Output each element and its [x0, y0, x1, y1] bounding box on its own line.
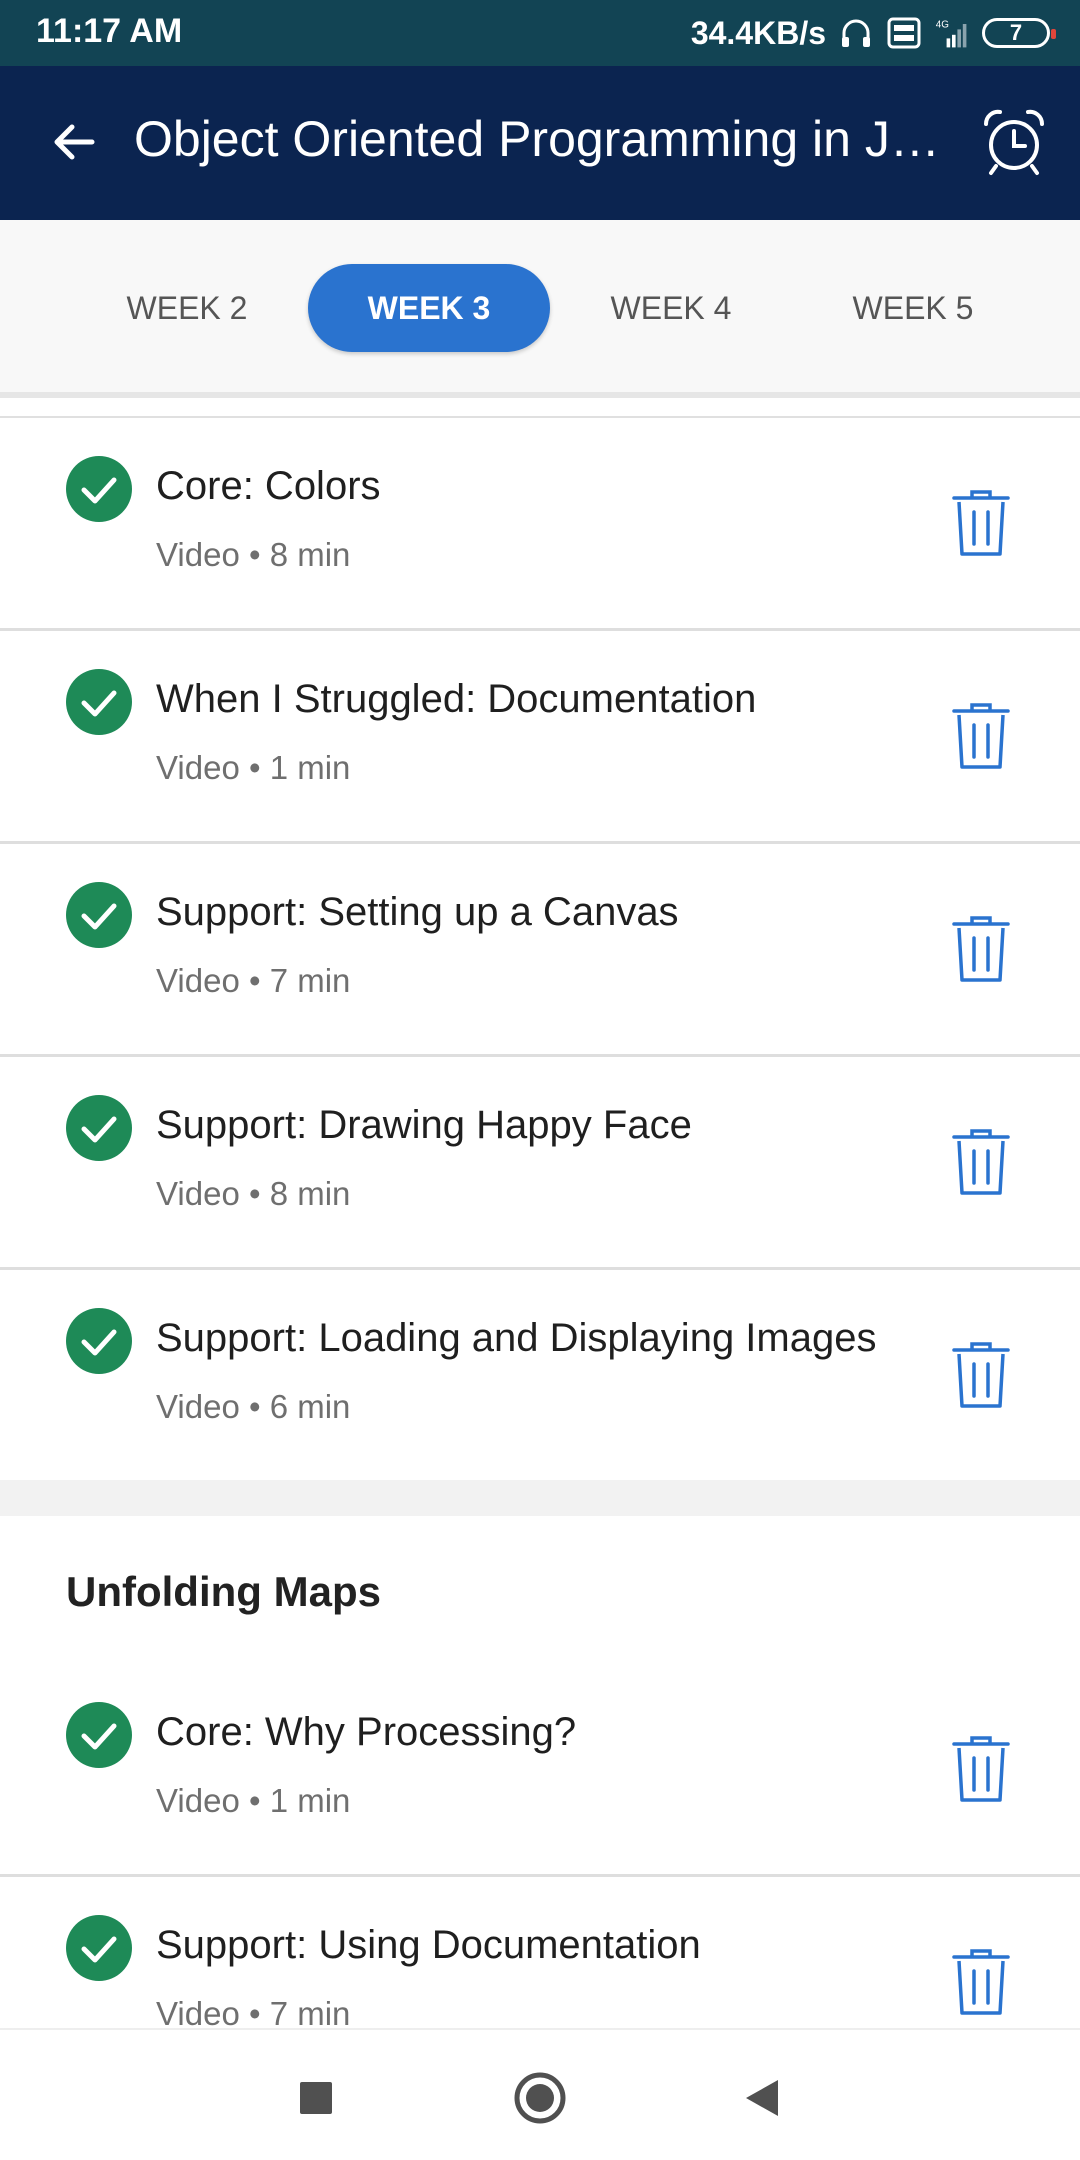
battery-icon: 7	[982, 18, 1056, 48]
recents-square-icon[interactable]	[286, 2068, 346, 2128]
lesson-list[interactable]: Core: Colors Video • 8 min When I Strugg…	[0, 398, 1080, 2028]
network-type: 4G	[936, 20, 949, 31]
item-title: Support: Using Documentation	[156, 1923, 701, 1967]
network-speed: 34.4KB/s	[690, 14, 826, 51]
list-item[interactable]: Core: Why Processing? Video • 1 min	[0, 1664, 1080, 1877]
volte-icon	[887, 17, 921, 49]
headphones-icon	[842, 19, 870, 47]
trash-icon[interactable]	[950, 1734, 1012, 1804]
item-title: Core: Why Processing?	[156, 1710, 577, 1754]
page-title: Object Oriented Programming in Ja...	[134, 111, 954, 167]
item-title: Support: Setting up a Canvas	[156, 890, 679, 934]
list-item[interactable]: Support: Loading and Displaying Images V…	[0, 1270, 1080, 1483]
section-separator	[0, 1480, 1080, 1516]
check-circle-icon	[66, 882, 132, 948]
arrow-left-icon[interactable]	[44, 112, 104, 172]
item-meta: Video • 1 min	[156, 1782, 351, 1819]
app-bar: Object Oriented Programming in Ja...	[0, 66, 1080, 220]
check-circle-icon	[66, 1702, 132, 1768]
item-meta: Video • 8 min	[156, 536, 351, 573]
list-item[interactable]: Core: Colors Video • 8 min	[0, 418, 1080, 631]
check-circle-icon	[66, 456, 132, 522]
tab-week-2[interactable]: WEEK 2	[66, 264, 308, 352]
tab-week-3[interactable]: WEEK 3	[308, 264, 550, 352]
week-tabs: WEEK 2 WEEK 3 WEEK 4 WEEK 5	[0, 220, 1080, 398]
status-bar: 11:17 AM 34.4KB/s 4G 7	[0, 0, 1080, 66]
item-title: Core: Colors	[156, 464, 381, 508]
item-title: Support: Loading and Displaying Images	[156, 1316, 877, 1360]
trash-icon[interactable]	[950, 1340, 1012, 1410]
trash-icon[interactable]	[950, 1947, 1012, 2017]
status-time: 11:17 AM	[36, 12, 183, 50]
check-circle-icon	[66, 1095, 132, 1161]
home-circle-icon[interactable]	[510, 2068, 570, 2128]
list-item[interactable]: Support: Setting up a Canvas Video • 7 m…	[0, 844, 1080, 1057]
list-item[interactable]: When I Struggled: Documentation Video • …	[0, 631, 1080, 844]
status-indicators: 34.4KB/s 4G 7	[690, 12, 1056, 54]
item-meta: Video • 6 min	[156, 1388, 351, 1425]
item-meta: Video • 7 min	[156, 962, 351, 999]
item-title: When I Struggled: Documentation	[156, 677, 757, 721]
check-circle-icon	[66, 1308, 132, 1374]
check-circle-icon	[66, 669, 132, 735]
item-meta: Video • 8 min	[156, 1175, 351, 1212]
item-meta: Video • 7 min	[156, 1995, 351, 2028]
tab-week-4[interactable]: WEEK 4	[550, 264, 792, 352]
tab-week-5[interactable]: WEEK 5	[792, 264, 1034, 352]
section-title: Unfolding Maps	[66, 1568, 381, 1615]
trash-icon[interactable]	[950, 488, 1012, 558]
item-title: Support: Drawing Happy Face	[156, 1103, 692, 1147]
alarm-clock-icon[interactable]	[978, 106, 1050, 178]
item-meta: Video • 1 min	[156, 749, 351, 786]
trash-icon[interactable]	[950, 914, 1012, 984]
trash-icon[interactable]	[950, 701, 1012, 771]
check-circle-icon	[66, 1915, 132, 1981]
back-triangle-icon[interactable]	[732, 2068, 792, 2128]
list-item[interactable]: Support: Drawing Happy Face Video • 8 mi…	[0, 1057, 1080, 1270]
battery-level: 7	[1009, 20, 1023, 45]
trash-icon[interactable]	[950, 1127, 1012, 1197]
system-nav-bar	[0, 2028, 1080, 2160]
signal-icon: 4G	[936, 20, 967, 48]
list-item[interactable]: Support: Using Documentation Video • 7 m…	[0, 1877, 1080, 2028]
